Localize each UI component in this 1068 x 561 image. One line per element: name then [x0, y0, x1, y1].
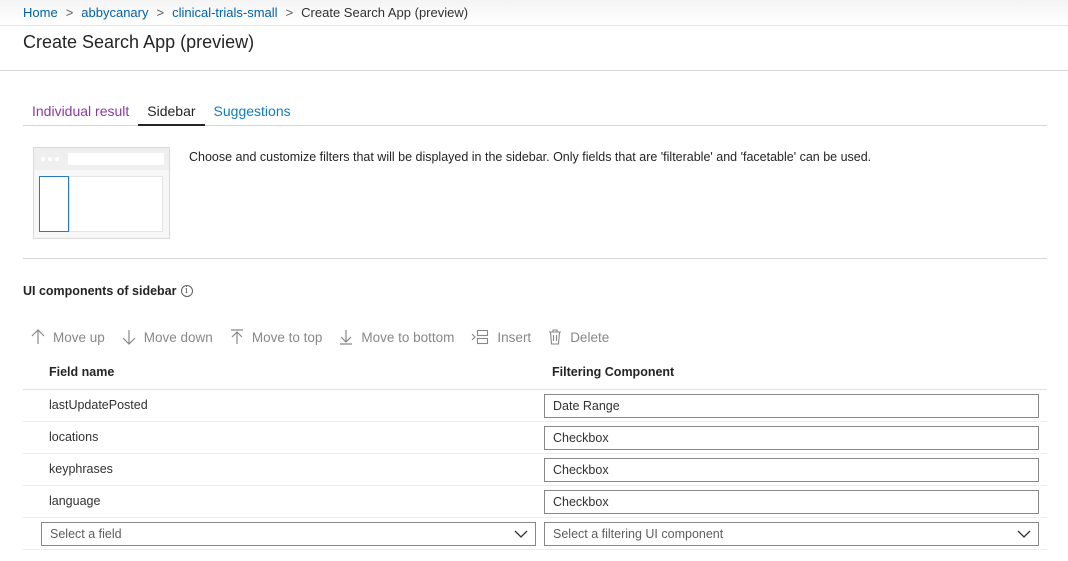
- insert-label: Insert: [497, 329, 532, 345]
- chevron-down-icon: [1017, 530, 1031, 538]
- arrow-to-top-icon: [230, 329, 243, 344]
- move-to-bottom-button[interactable]: Move to bottom: [339, 329, 454, 345]
- insert-button[interactable]: Insert: [471, 329, 531, 345]
- illustration-dot: [55, 157, 59, 161]
- select-field-placeholder: Select a field: [50, 527, 122, 541]
- move-down-button[interactable]: Move down: [122, 329, 213, 345]
- section-heading-label: UI components of sidebar: [23, 284, 177, 298]
- select-filtering-component-placeholder: Select a filtering UI component: [553, 527, 724, 541]
- filtering-component-field[interactable]: Checkbox: [544, 490, 1039, 514]
- new-row: Select a field Select a filtering UI com…: [23, 518, 1047, 550]
- select-field-dropdown[interactable]: Select a field: [41, 522, 536, 546]
- section-divider: [23, 258, 1047, 259]
- breadcrumb-current: Create Search App (preview): [301, 5, 469, 20]
- sidebar-components-table: Field name Filtering Component lastUpdat…: [23, 357, 1047, 550]
- tab-individual-result[interactable]: Individual result: [23, 99, 138, 126]
- table-row[interactable]: language Checkbox: [23, 486, 1047, 518]
- tab-strip: Individual result Sidebar Suggestions: [23, 99, 1047, 126]
- top-bar: Home > abbycanary > clinical-trials-smal…: [0, 0, 1068, 26]
- move-up-label: Move up: [53, 329, 105, 345]
- breadcrumb-home[interactable]: Home: [23, 5, 58, 20]
- trash-icon: [549, 329, 562, 345]
- field-name-cell: language: [49, 494, 101, 508]
- arrow-down-icon: [122, 330, 136, 345]
- move-up-button[interactable]: Move up: [31, 329, 105, 345]
- column-header-filtering-component: Filtering Component: [552, 365, 675, 379]
- sidebar-layout-illustration: [33, 147, 170, 239]
- info-icon[interactable]: i: [180, 285, 193, 297]
- field-name-cell: keyphrases: [49, 462, 113, 476]
- illustration-content-area: [69, 176, 163, 232]
- filtering-component-field[interactable]: Date Range: [544, 394, 1039, 418]
- move-to-top-label: Move to top: [251, 329, 323, 345]
- illustration-dot: [41, 157, 45, 161]
- page-title: Create Search App (preview): [23, 32, 255, 52]
- arrow-to-bottom-icon: [340, 330, 353, 345]
- move-down-label: Move down: [143, 329, 213, 345]
- field-name-cell: lastUpdatePosted: [49, 398, 148, 412]
- breadcrumb-separator: >: [65, 5, 74, 20]
- chevron-down-icon: [514, 530, 528, 538]
- title-divider: [0, 70, 1068, 71]
- insert-row-icon: [472, 329, 489, 345]
- tab-sidebar[interactable]: Sidebar: [138, 99, 205, 126]
- delete-button[interactable]: Delete: [548, 329, 609, 345]
- table-row[interactable]: locations Checkbox: [23, 422, 1047, 454]
- sidebar-description: Choose and customize filters that will b…: [189, 150, 872, 164]
- field-name-cell: locations: [49, 430, 99, 444]
- filtering-component-field[interactable]: Checkbox: [544, 426, 1039, 450]
- table-row[interactable]: lastUpdatePosted Date Range: [23, 390, 1047, 422]
- delete-label: Delete: [570, 329, 610, 345]
- breadcrumb-separator: >: [156, 5, 165, 20]
- illustration-search-box: [68, 153, 164, 165]
- section-heading: UI components of sidebar i: [23, 284, 193, 298]
- tab-suggestions[interactable]: Suggestions: [205, 99, 300, 126]
- select-filtering-component-dropdown[interactable]: Select a filtering UI component: [544, 522, 1039, 546]
- components-toolbar: Move up Move down Move to top Move to bo…: [31, 327, 626, 347]
- breadcrumb-clinical-trials-small[interactable]: clinical-trials-small: [172, 5, 277, 20]
- filtering-component-field[interactable]: Checkbox: [544, 458, 1039, 482]
- illustration-dot: [48, 157, 52, 161]
- breadcrumb-separator: >: [285, 5, 294, 20]
- arrow-up-icon: [31, 329, 45, 344]
- table-row[interactable]: keyphrases Checkbox: [23, 454, 1047, 486]
- move-to-top-button[interactable]: Move to top: [230, 329, 323, 345]
- move-to-bottom-label: Move to bottom: [361, 329, 455, 345]
- column-header-field-name: Field name: [49, 365, 115, 379]
- breadcrumb-abbycanary[interactable]: abbycanary: [81, 5, 148, 20]
- table-header: Field name Filtering Component: [23, 357, 1047, 390]
- illustration-sidebar-highlight: [39, 176, 69, 232]
- breadcrumb: Home > abbycanary > clinical-trials-smal…: [23, 5, 468, 20]
